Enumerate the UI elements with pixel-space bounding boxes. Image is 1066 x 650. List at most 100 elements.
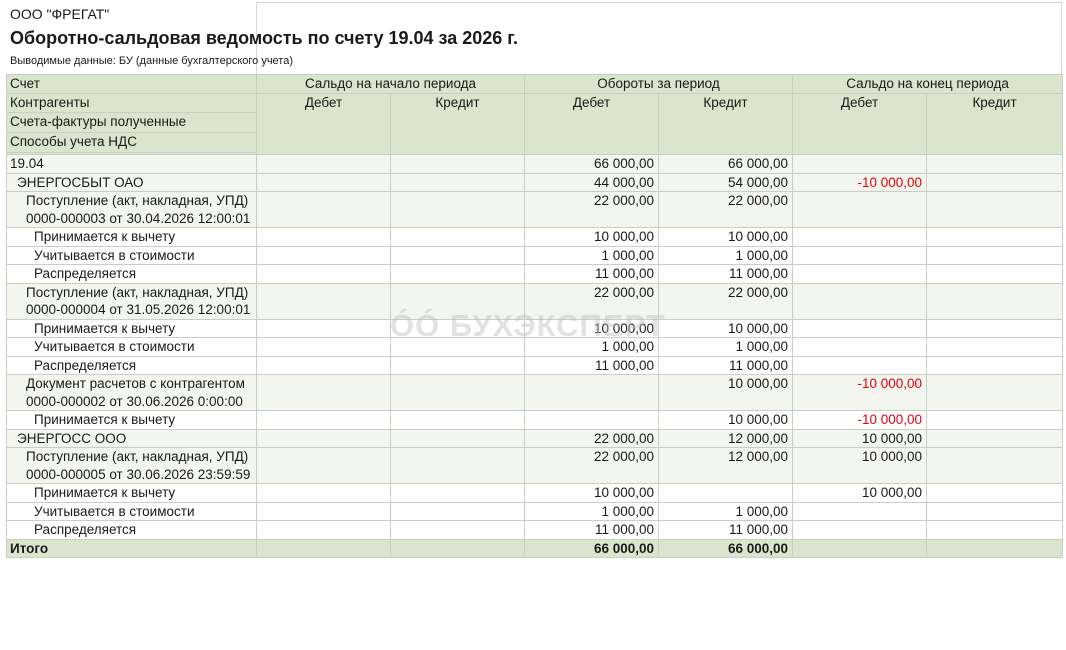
cell-opening-credit xyxy=(389,355,526,375)
cell-turnover-debit: 11 000,00 xyxy=(524,264,660,284)
cell-closing-credit xyxy=(926,264,1064,284)
cell-opening-credit xyxy=(389,318,526,338)
column-header-closing-debit: Дебет xyxy=(792,93,928,155)
table-row[interactable]: Поступление (акт, накладная, УПД) 0000-0… xyxy=(6,447,1064,484)
table-row[interactable]: Поступление (акт, накладная, УПД) 0000-0… xyxy=(6,282,1064,320)
cell-turnover-debit: 22 000,00 xyxy=(524,447,660,484)
cell-opening-credit xyxy=(389,483,526,503)
row-label: Принимается к вычету xyxy=(6,410,257,430)
cell-turnover-debit: 22 000,00 xyxy=(524,282,660,320)
cell-opening-credit xyxy=(389,172,526,192)
cell-opening-debit xyxy=(256,282,391,320)
cell-closing-debit: -10 000,00 xyxy=(792,172,928,192)
row-label: Учитывается в стоимости xyxy=(6,245,257,265)
table-row[interactable]: Документ расчетов с контрагентом 0000-00… xyxy=(6,374,1064,411)
cell-opening-debit xyxy=(256,483,391,503)
table-row[interactable]: Принимается к вычету 10 000,00 10 000,00 xyxy=(6,227,1064,247)
table-row[interactable]: Распределяется 11 000,00 11 000,00 xyxy=(6,520,1064,540)
column-header-vat-methods: Способы учета НДС xyxy=(6,132,257,153)
cell-closing-debit xyxy=(792,154,928,174)
cell-opening-debit xyxy=(256,410,391,430)
column-header-turnover: Обороты за период xyxy=(524,74,794,94)
cell-closing-debit xyxy=(792,227,928,247)
table-row[interactable]: Поступление (акт, накладная, УПД) 0000-0… xyxy=(6,191,1064,228)
table-row[interactable]: Принимается к вычету 10 000,00 10 000,00 xyxy=(6,483,1064,503)
cell-opening-debit xyxy=(256,245,391,265)
cell-opening-debit xyxy=(256,318,391,338)
cell-closing-credit xyxy=(926,374,1064,411)
cell-opening-debit xyxy=(256,337,391,357)
cell-closing-credit xyxy=(926,227,1064,247)
column-header-closing-balance: Сальдо на конец периода xyxy=(792,74,1064,94)
cell-closing-credit xyxy=(926,428,1064,448)
cell-opening-credit xyxy=(389,501,526,521)
row-label: Учитывается в стоимости xyxy=(6,501,257,521)
cell-opening-debit xyxy=(256,501,391,521)
cell-closing-debit xyxy=(792,282,928,320)
divider xyxy=(1061,2,1062,74)
cell-turnover-credit: 22 000,00 xyxy=(658,282,794,320)
total-opening-debit xyxy=(256,538,391,558)
column-header-account: Счет xyxy=(6,74,257,94)
report-table: Счет Сальдо на начало периода Обороты за… xyxy=(6,74,1064,558)
row-label: Поступление (акт, накладная, УПД) 0000-0… xyxy=(6,447,257,484)
row-label: Принимается к вычету xyxy=(6,227,257,247)
table-row[interactable]: Учитывается в стоимости 1 000,00 1 000,00 xyxy=(6,245,1064,265)
table-row[interactable]: 19.04 66 000,00 66 000,00 xyxy=(6,154,1064,174)
cell-closing-credit xyxy=(926,501,1064,521)
table-row[interactable]: Учитывается в стоимости 1 000,00 1 000,00 xyxy=(6,501,1064,521)
column-header-turnover-credit: Кредит xyxy=(658,93,794,155)
report-title: Оборотно-сальдовая ведомость по счету 19… xyxy=(10,28,519,48)
cell-turnover-credit: 66 000,00 xyxy=(658,154,794,174)
row-label: Принимается к вычету xyxy=(6,483,257,503)
table-row[interactable]: Принимается к вычету 10 000,00 -10 000,00 xyxy=(6,410,1064,430)
cell-opening-credit xyxy=(389,428,526,448)
cell-closing-debit xyxy=(792,355,928,375)
cell-opening-credit xyxy=(389,227,526,247)
row-label: ЭНЕРГОСБЫТ ОАО xyxy=(6,172,257,192)
row-label: Документ расчетов с контрагентом 0000-00… xyxy=(6,374,257,411)
cell-closing-credit xyxy=(926,154,1064,174)
total-row: Итого 66 000,00 66 000,00 xyxy=(6,538,1064,558)
total-closing-credit xyxy=(926,538,1064,558)
total-closing-debit xyxy=(792,538,928,558)
table-row[interactable]: ЭНЕРГОСБЫТ ОАО 44 000,00 54 000,00 -10 000,… xyxy=(6,172,1064,192)
row-label: ЭНЕРГОСС ООО xyxy=(6,428,257,448)
cell-turnover-credit: 12 000,00 xyxy=(658,428,794,448)
cell-turnover-debit: 11 000,00 xyxy=(524,355,660,375)
cell-opening-debit xyxy=(256,447,391,484)
cell-opening-debit xyxy=(256,428,391,448)
cell-turnover-credit: 1 000,00 xyxy=(658,501,794,521)
table-row[interactable]: Распределяется 11 000,00 11 000,00 xyxy=(6,264,1064,284)
cell-opening-debit xyxy=(256,374,391,411)
cell-opening-debit xyxy=(256,264,391,284)
cell-closing-debit xyxy=(792,191,928,228)
table-row[interactable]: ЭНЕРГОСС ООО 22 000,00 12 000,00 10 000,00 xyxy=(6,428,1064,448)
report-sheet: ООО "ФРЕГАТ" Оборотно-сальдовая ведомост… xyxy=(6,2,1064,558)
cell-opening-credit xyxy=(389,374,526,411)
table-row[interactable]: Принимается к вычету 10 000,00 10 000,00 xyxy=(6,318,1064,338)
cell-turnover-credit xyxy=(658,483,794,503)
cell-closing-credit xyxy=(926,172,1064,192)
cell-opening-credit xyxy=(389,154,526,174)
cell-turnover-credit: 10 000,00 xyxy=(658,227,794,247)
row-label: Принимается к вычету xyxy=(6,318,257,338)
cell-opening-debit xyxy=(256,191,391,228)
column-header-contragents: Контрагенты xyxy=(6,93,257,113)
cell-closing-debit: -10 000,00 xyxy=(792,374,928,411)
table-row[interactable]: Распределяется 11 000,00 11 000,00 xyxy=(6,355,1064,375)
cell-turnover-debit: 1 000,00 xyxy=(524,337,660,357)
cell-closing-credit xyxy=(926,282,1064,320)
cell-turnover-debit: 10 000,00 xyxy=(524,318,660,338)
cell-closing-debit: 10 000,00 xyxy=(792,483,928,503)
cell-opening-debit xyxy=(256,355,391,375)
row-label: Поступление (акт, накладная, УПД) 0000-0… xyxy=(6,191,257,228)
table-row[interactable]: Учитывается в стоимости 1 000,00 1 000,00 xyxy=(6,337,1064,357)
cell-turnover-credit: 10 000,00 xyxy=(658,374,794,411)
cell-closing-credit xyxy=(926,447,1064,484)
total-turnover-credit: 66 000,00 xyxy=(658,538,794,558)
cell-closing-debit xyxy=(792,264,928,284)
cell-turnover-debit xyxy=(524,374,660,411)
column-header-invoices: Счета-фактуры полученные xyxy=(6,112,257,133)
cell-closing-credit xyxy=(926,410,1064,430)
